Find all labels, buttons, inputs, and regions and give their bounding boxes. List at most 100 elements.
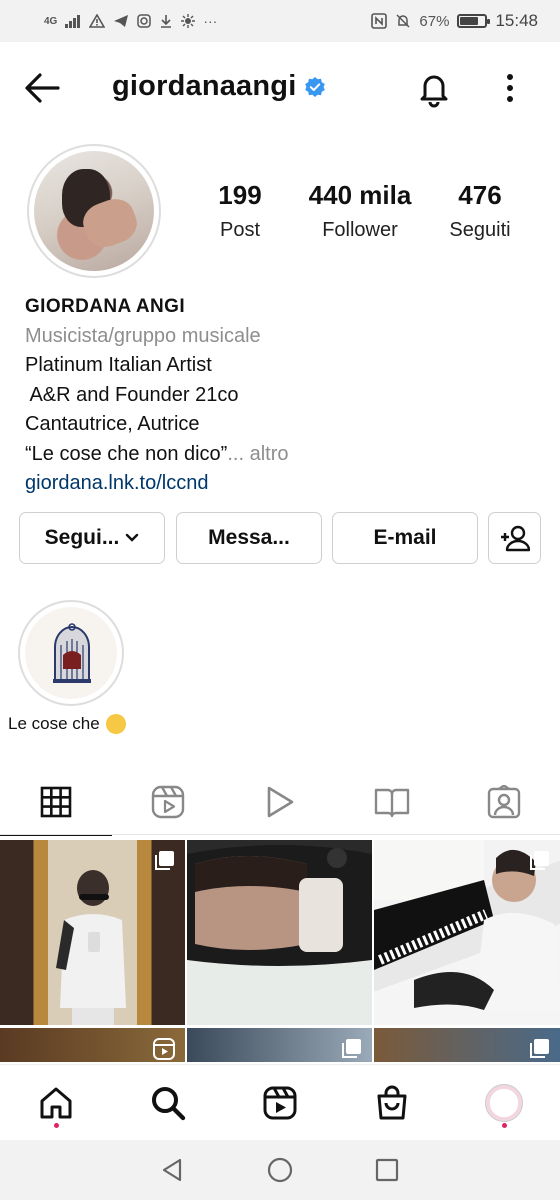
back-button[interactable] (22, 70, 62, 106)
tab-grid[interactable] (0, 770, 112, 836)
tabs-divider (0, 834, 560, 835)
person-photo-shape (56, 870, 126, 1025)
post-thumbnail[interactable] (374, 1028, 560, 1062)
profile-header: giordanaangi (0, 58, 560, 118)
story-highlight-cover (25, 607, 117, 699)
home-icon (40, 1087, 72, 1118)
reel-indicator-icon (153, 1038, 175, 1060)
bio-line-last: “Le cose che non dico”... altro (25, 440, 535, 470)
profile-username: giordanaangi (112, 70, 297, 102)
add-person-icon (500, 525, 530, 552)
profile-avatar-ring[interactable] (27, 144, 161, 278)
bio-line-quote: “Le cose che non dico” (25, 442, 228, 465)
stat-posts[interactable]: 199 Post (180, 180, 300, 242)
download-icon (161, 15, 172, 28)
instagram-small-icon (137, 14, 152, 28)
birdcage-icon (53, 623, 91, 683)
bottom-navigation (0, 1064, 560, 1140)
stat-posts-value: 199 (218, 180, 262, 210)
chevron-down-icon (126, 533, 139, 542)
clock: 15:48 (495, 11, 538, 30)
battery-icon (457, 14, 491, 28)
profile-stats: 199 Post 440 mila Follower 476 Seguiti (180, 180, 540, 242)
message-button-label: Messa... (208, 526, 290, 549)
reels-icon (151, 785, 185, 819)
post-thumbnail[interactable] (0, 1028, 185, 1062)
profile-display-name: GIORDANA ANGI (25, 296, 186, 317)
profile-bio: GIORDANA ANGI Musicista/gruppo musicale … (25, 292, 535, 499)
stat-followers[interactable]: 440 mila Follower (300, 180, 420, 242)
tab-guides[interactable] (336, 770, 448, 834)
header-username-group: giordanaangi (112, 70, 326, 103)
battery-level (460, 17, 478, 25)
nav-shop[interactable] (336, 1065, 448, 1140)
bell-icon (420, 75, 448, 108)
post-thumbnail[interactable] (187, 1028, 372, 1062)
carousel-icon (342, 1039, 361, 1058)
triangle-back-icon (163, 1158, 182, 1182)
mirror-selfie-shape (187, 845, 372, 966)
warning-icon (89, 14, 106, 28)
profile-avatar (34, 151, 154, 271)
profile-avatar-small (485, 1083, 523, 1122)
email-button[interactable]: E-mail (332, 512, 478, 564)
nav-profile[interactable] (448, 1065, 560, 1140)
options-menu-button[interactable] (496, 70, 524, 106)
following-dropdown-button[interactable]: Segui... (19, 512, 165, 564)
system-back-button[interactable] (153, 1150, 193, 1190)
message-button[interactable]: Messa... (176, 512, 322, 564)
nav-home[interactable] (0, 1065, 112, 1140)
network-indicator: 4G (44, 15, 58, 27)
search-icon (152, 1086, 186, 1120)
grid-icon (40, 786, 72, 818)
stat-following[interactable]: 476 Seguiti (420, 180, 540, 242)
tab-reels[interactable] (112, 770, 224, 834)
mute-icon (396, 14, 410, 28)
stat-followers-value: 440 mila (308, 180, 412, 210)
carousel-icon (530, 851, 549, 870)
circle-home-icon (267, 1157, 293, 1183)
play-icon (267, 786, 294, 818)
more-notifications-icon: ··· (203, 13, 218, 29)
stat-following-label: Seguiti (449, 219, 511, 241)
profile-category: Musicista/gruppo musicale (25, 324, 261, 347)
suggested-users-button[interactable] (488, 512, 541, 564)
tab-tagged[interactable] (448, 770, 560, 834)
bio-line: Platinum Italian Artist (25, 354, 212, 376)
square-recents-icon (375, 1158, 398, 1182)
stat-followers-label: Follower (322, 219, 398, 241)
bio-line: A&R and Founder 21co (25, 383, 239, 406)
notifications-button[interactable] (414, 68, 454, 108)
profile-notification-dot (501, 1123, 507, 1128)
verified-badge-icon (305, 76, 326, 97)
posts-grid (0, 840, 560, 1062)
tab-videos[interactable] (224, 770, 336, 834)
profile-tabs (0, 770, 560, 836)
system-recents-button[interactable] (367, 1150, 407, 1190)
bio-more-link[interactable]: ... altro (227, 443, 288, 465)
profile-website-link[interactable]: giordana.lnk.to/lccnd (25, 469, 535, 499)
home-notification-dot (53, 1123, 59, 1128)
story-highlight[interactable] (18, 600, 124, 706)
nav-search[interactable] (112, 1065, 224, 1140)
system-navigation-bar (0, 1140, 560, 1200)
arrow-left-icon (25, 73, 60, 103)
signal-icon (65, 15, 81, 28)
carousel-icon (530, 1039, 549, 1058)
post-thumbnail[interactable] (187, 840, 372, 1025)
email-button-label: E-mail (373, 526, 437, 549)
battery-percent: 67% (419, 12, 450, 30)
nav-reels[interactable] (224, 1065, 336, 1140)
kebab-menu-icon (507, 74, 513, 102)
carousel-icon (155, 851, 174, 870)
story-highlight-label-group: Le cose che (8, 714, 126, 734)
nfc-icon (371, 13, 388, 29)
stat-posts-label: Post (219, 219, 261, 241)
post-thumbnail[interactable] (374, 840, 560, 1025)
story-highlight-label: Le cose che (8, 714, 100, 733)
status-bar: 4G ··· 67% 15:48 (0, 0, 560, 42)
post-thumbnail[interactable] (0, 840, 185, 1025)
system-home-button[interactable] (260, 1150, 300, 1190)
stat-following-value: 476 (458, 180, 502, 210)
shushing-face-icon (105, 714, 126, 734)
